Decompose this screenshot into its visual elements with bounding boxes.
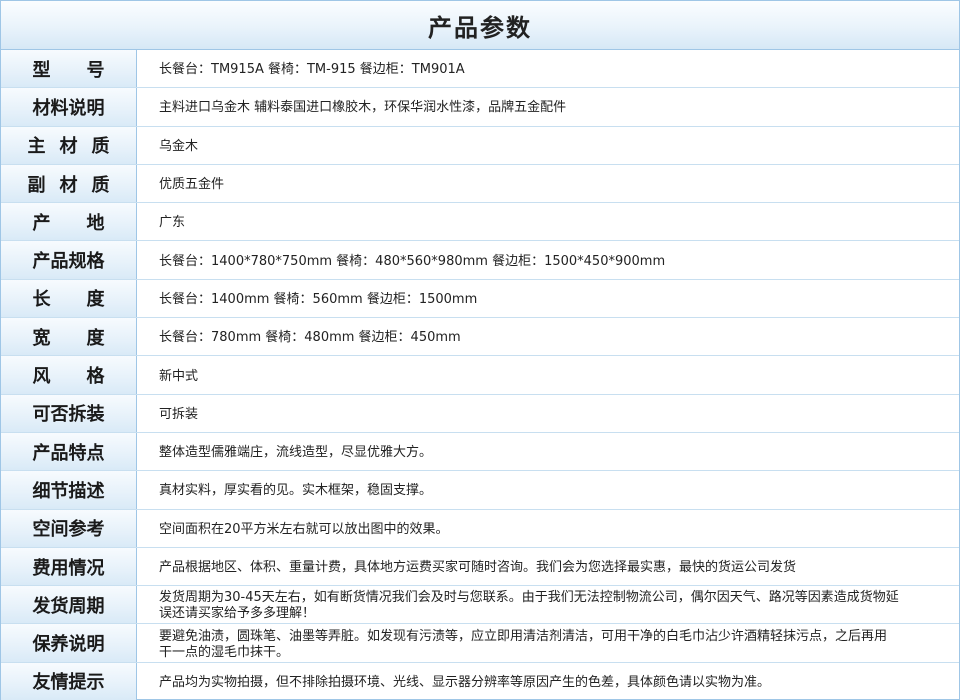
spec-label: 产品特点 <box>1 432 137 471</box>
spec-label: 空间参考 <box>1 509 137 547</box>
spec-value: 整体造型儒雅端庄，流线造型，尽显优雅大方。 <box>137 433 959 470</box>
spec-value: 主料进口乌金木 辅料泰国进口橡胶木，环保华润水性漆，品牌五金配件 <box>137 88 959 125</box>
spec-value-text: 新中式 <box>159 368 199 384</box>
spec-value: 空间面积在20平方米左右就可以放出图中的效果。 <box>137 510 959 547</box>
spec-row-shipping-cost: 费用情况 产品根据地区、体积、重量计费，具体地方运费买家可随时咨询。我们会为您选… <box>1 547 959 587</box>
spec-label: 长度 <box>1 279 137 318</box>
spec-value: 长餐台：TM915A 餐椅：TM-915 餐边柜：TM901A <box>137 50 959 87</box>
spec-label: 细节描述 <box>1 471 137 509</box>
spec-value: 可拆装 <box>137 395 959 432</box>
spec-row-friendly-reminder: 友情提示 产品均为实物拍摄，但不排除拍摄环境、光线、显示器分辨率等原因产生的色差… <box>1 662 959 700</box>
spec-rows: 型号 长餐台：TM915A 餐椅：TM-915 餐边柜：TM901A 材料说明 … <box>1 50 959 700</box>
spec-row-model: 型号 长餐台：TM915A 餐椅：TM-915 餐边柜：TM901A <box>1 50 959 89</box>
spec-value: 长餐台：1400mm 餐椅：560mm 餐边柜：1500mm <box>137 280 959 317</box>
spec-label: 费用情况 <box>1 547 137 586</box>
spec-row-style: 风格 新中式 <box>1 356 959 395</box>
spec-value-text: 乌金木 <box>159 138 199 154</box>
spec-value-text: 空间面积在20平方米左右就可以放出图中的效果。 <box>159 521 449 537</box>
spec-value-text: 长餐台：1400*780*750mm 餐椅：480*560*980mm 餐边柜：… <box>159 253 666 269</box>
spec-value-text: 发货周期为30-45天左右，如有断货情况我们会及时与您联系。由于我们无法控制物流… <box>159 590 899 622</box>
spec-label: 材料说明 <box>1 88 137 126</box>
spec-value-text: 长餐台：1400mm 餐椅：560mm 餐边柜：1500mm <box>159 291 478 307</box>
spec-label: 保养说明 <box>1 624 137 662</box>
spec-row-maintenance: 保养说明 要避免油渍，圆珠笔、油墨等弄脏。如发现有污渍等，应立即用清洁剂清洁，可… <box>1 624 959 663</box>
spec-label: 型号 <box>1 50 137 88</box>
title-bar: 产品参数 <box>1 1 959 50</box>
spec-value-text: 真材实料，厚实看的见。实木框架，稳固支撑。 <box>159 483 433 499</box>
spec-label: 副材质 <box>1 164 137 203</box>
spec-label: 友情提示 <box>1 662 137 700</box>
spec-label: 主材质 <box>1 126 137 164</box>
spec-row-origin: 产地 广东 <box>1 203 959 242</box>
spec-row-length: 长度 长餐台：1400mm 餐椅：560mm 餐边柜：1500mm <box>1 279 959 319</box>
spec-value: 长餐台：1400*780*750mm 餐椅：480*560*980mm 餐边柜：… <box>137 241 959 278</box>
spec-value: 长餐台：780mm 餐椅：480mm 餐边柜：450mm <box>137 318 959 355</box>
spec-row-main-material: 主材质 乌金木 <box>1 126 959 165</box>
spec-value-text: 要避免油渍，圆珠笔、油墨等弄脏。如发现有污渍等，应立即用清洁剂清洁，可用干净的白… <box>159 628 888 660</box>
spec-value-text: 整体造型儒雅端庄，流线造型，尽显优雅大方。 <box>159 445 433 461</box>
product-spec-table: 产品参数 型号 长餐台：TM915A 餐椅：TM-915 餐边柜：TM901A … <box>0 0 960 700</box>
spec-value-text: 产品均为实物拍摄，但不排除拍摄环境、光线、显示器分辨率等原因产生的色差，具体颜色… <box>159 674 771 690</box>
spec-value: 产品均为实物拍摄，但不排除拍摄环境、光线、显示器分辨率等原因产生的色差，具体颜色… <box>137 663 959 700</box>
spec-value-text: 长餐台：780mm 餐椅：480mm 餐边柜：450mm <box>159 330 461 346</box>
spec-row-secondary-material: 副材质 优质五金件 <box>1 164 959 204</box>
spec-value-text: 优质五金件 <box>159 177 225 193</box>
spec-value-text: 产品根据地区、体积、重量计费，具体地方运费买家可随时咨询。我们会为您选择最实惠，… <box>159 560 797 575</box>
spec-value: 广东 <box>137 203 959 240</box>
spec-row-detachable: 可否拆装 可拆装 <box>1 394 959 433</box>
spec-label: 发货周期 <box>1 586 137 624</box>
spec-value: 真材实料，厚实看的见。实木框架，稳固支撑。 <box>137 471 959 508</box>
spec-value-text: 主料进口乌金木 辅料泰国进口橡胶木，环保华润水性漆，品牌五金配件 <box>159 100 567 116</box>
spec-value: 产品根据地区、体积、重量计费，具体地方运费买家可随时咨询。我们会为您选择最实惠，… <box>137 548 959 585</box>
spec-value-text: 可拆装 <box>159 406 199 422</box>
spec-row-space-reference: 空间参考 空间面积在20平方米左右就可以放出图中的效果。 <box>1 509 959 548</box>
spec-value: 新中式 <box>137 356 959 393</box>
spec-row-material-description: 材料说明 主料进口乌金木 辅料泰国进口橡胶木，环保华润水性漆，品牌五金配件 <box>1 88 959 127</box>
spec-row-features: 产品特点 整体造型儒雅端庄，流线造型，尽显优雅大方。 <box>1 432 959 472</box>
spec-value: 要避免油渍，圆珠笔、油墨等弄脏。如发现有污渍等，应立即用清洁剂清洁，可用干净的白… <box>137 624 959 661</box>
spec-row-delivery-cycle: 发货周期 发货周期为30-45天左右，如有断货情况我们会及时与您联系。由于我们无… <box>1 586 959 625</box>
spec-label: 产地 <box>1 203 137 241</box>
spec-value-text: 广东 <box>159 215 186 231</box>
spec-label: 可否拆装 <box>1 394 137 432</box>
page-title: 产品参数 <box>428 13 532 42</box>
spec-value: 乌金木 <box>137 127 959 164</box>
spec-row-details: 细节描述 真材实料，厚实看的见。实木框架，稳固支撑。 <box>1 471 959 510</box>
spec-value: 发货周期为30-45天左右，如有断货情况我们会及时与您联系。由于我们无法控制物流… <box>137 586 959 623</box>
spec-label: 风格 <box>1 356 137 394</box>
spec-row-specifications: 产品规格 长餐台：1400*780*750mm 餐椅：480*560*980mm… <box>1 241 959 280</box>
spec-value: 优质五金件 <box>137 165 959 202</box>
spec-label: 产品规格 <box>1 241 137 279</box>
spec-value-text: 长餐台：TM915A 餐椅：TM-915 餐边柜：TM901A <box>159 62 465 78</box>
spec-row-width: 宽度 长餐台：780mm 餐椅：480mm 餐边柜：450mm <box>1 318 959 357</box>
spec-label: 宽度 <box>1 318 137 356</box>
